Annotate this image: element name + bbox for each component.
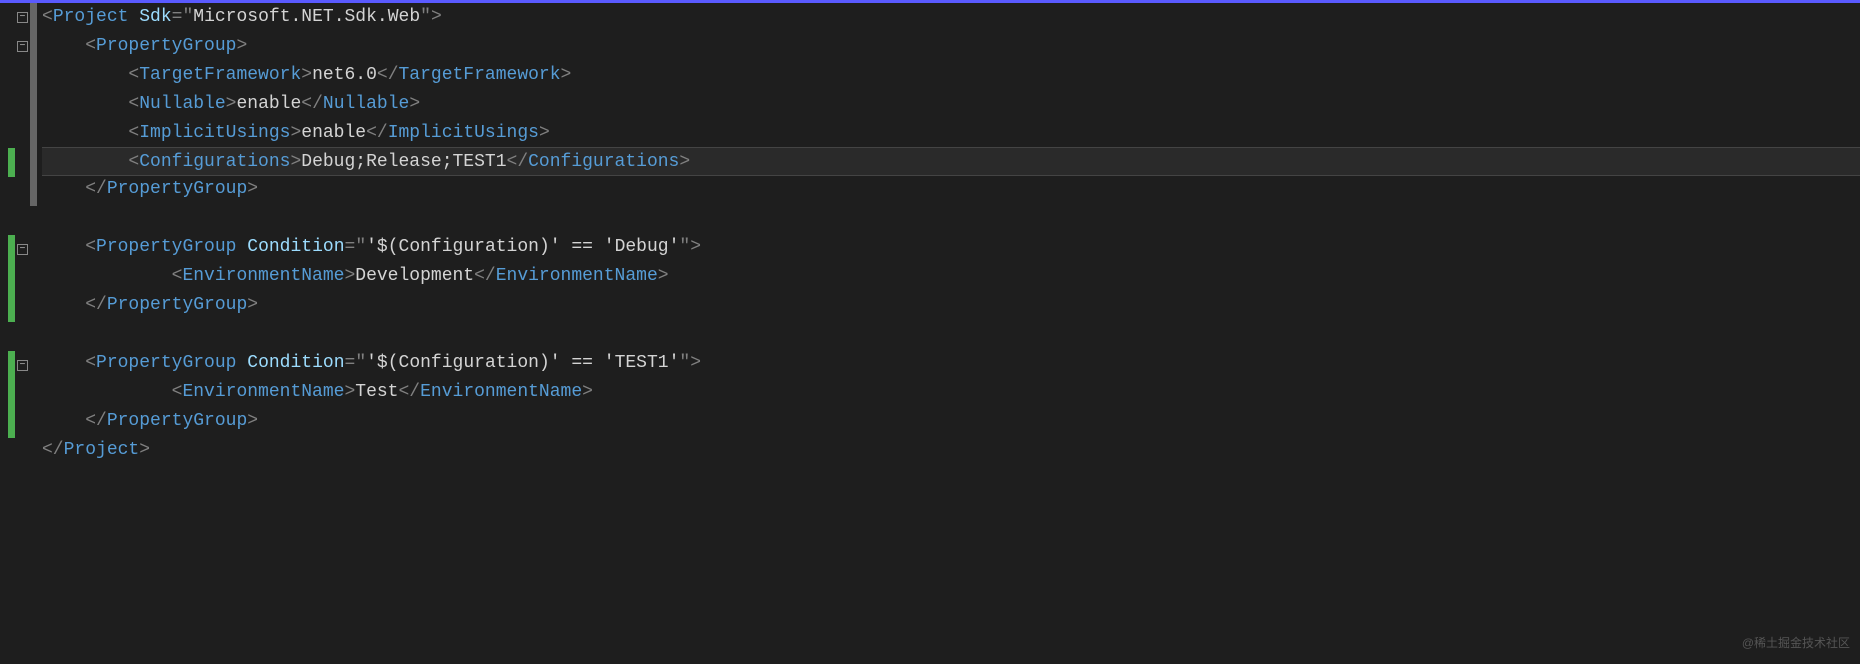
change-indicator: [8, 351, 15, 438]
code-line[interactable]: <Configurations>Debug;Release;TEST1</Con…: [42, 147, 1860, 176]
code-line[interactable]: <PropertyGroup Condition="'$(Configurati…: [42, 233, 1860, 262]
change-indicator: [8, 148, 15, 177]
gutter: − − − −: [0, 3, 42, 664]
code-line[interactable]: <TargetFramework>net6.0</TargetFramework…: [42, 61, 1860, 90]
fold-toggle-icon[interactable]: −: [17, 244, 28, 255]
code-editor[interactable]: − − − − <Project Sdk="Microsoft.NET.Sdk.Web…: [0, 0, 1860, 664]
code-line[interactable]: <EnvironmentName>Test</EnvironmentName>: [42, 378, 1860, 407]
watermark-label: @稀土掘金技术社区: [1742, 629, 1850, 658]
fold-toggle-icon[interactable]: −: [17, 360, 28, 371]
code-line[interactable]: <EnvironmentName>Development</Environmen…: [42, 262, 1860, 291]
code-line[interactable]: </PropertyGroup>: [42, 407, 1860, 436]
code-area[interactable]: <Project Sdk="Microsoft.NET.Sdk.Web"> <P…: [42, 3, 1860, 664]
code-line[interactable]: <PropertyGroup Condition="'$(Configurati…: [42, 349, 1860, 378]
code-line[interactable]: <Nullable>enable</Nullable>: [42, 90, 1860, 119]
fold-toggle-icon[interactable]: −: [17, 41, 28, 52]
code-line[interactable]: </PropertyGroup>: [42, 291, 1860, 320]
outline-track: [30, 3, 37, 206]
change-indicator: [8, 235, 15, 322]
code-line[interactable]: <ImplicitUsings>enable</ImplicitUsings>: [42, 119, 1860, 148]
code-line[interactable]: [42, 204, 1860, 233]
code-line[interactable]: <PropertyGroup>: [42, 32, 1860, 61]
code-line[interactable]: </PropertyGroup>: [42, 175, 1860, 204]
code-line[interactable]: </Project>: [42, 436, 1860, 465]
code-line[interactable]: [42, 320, 1860, 349]
code-line[interactable]: <Project Sdk="Microsoft.NET.Sdk.Web">: [42, 3, 1860, 32]
fold-toggle-icon[interactable]: −: [17, 12, 28, 23]
